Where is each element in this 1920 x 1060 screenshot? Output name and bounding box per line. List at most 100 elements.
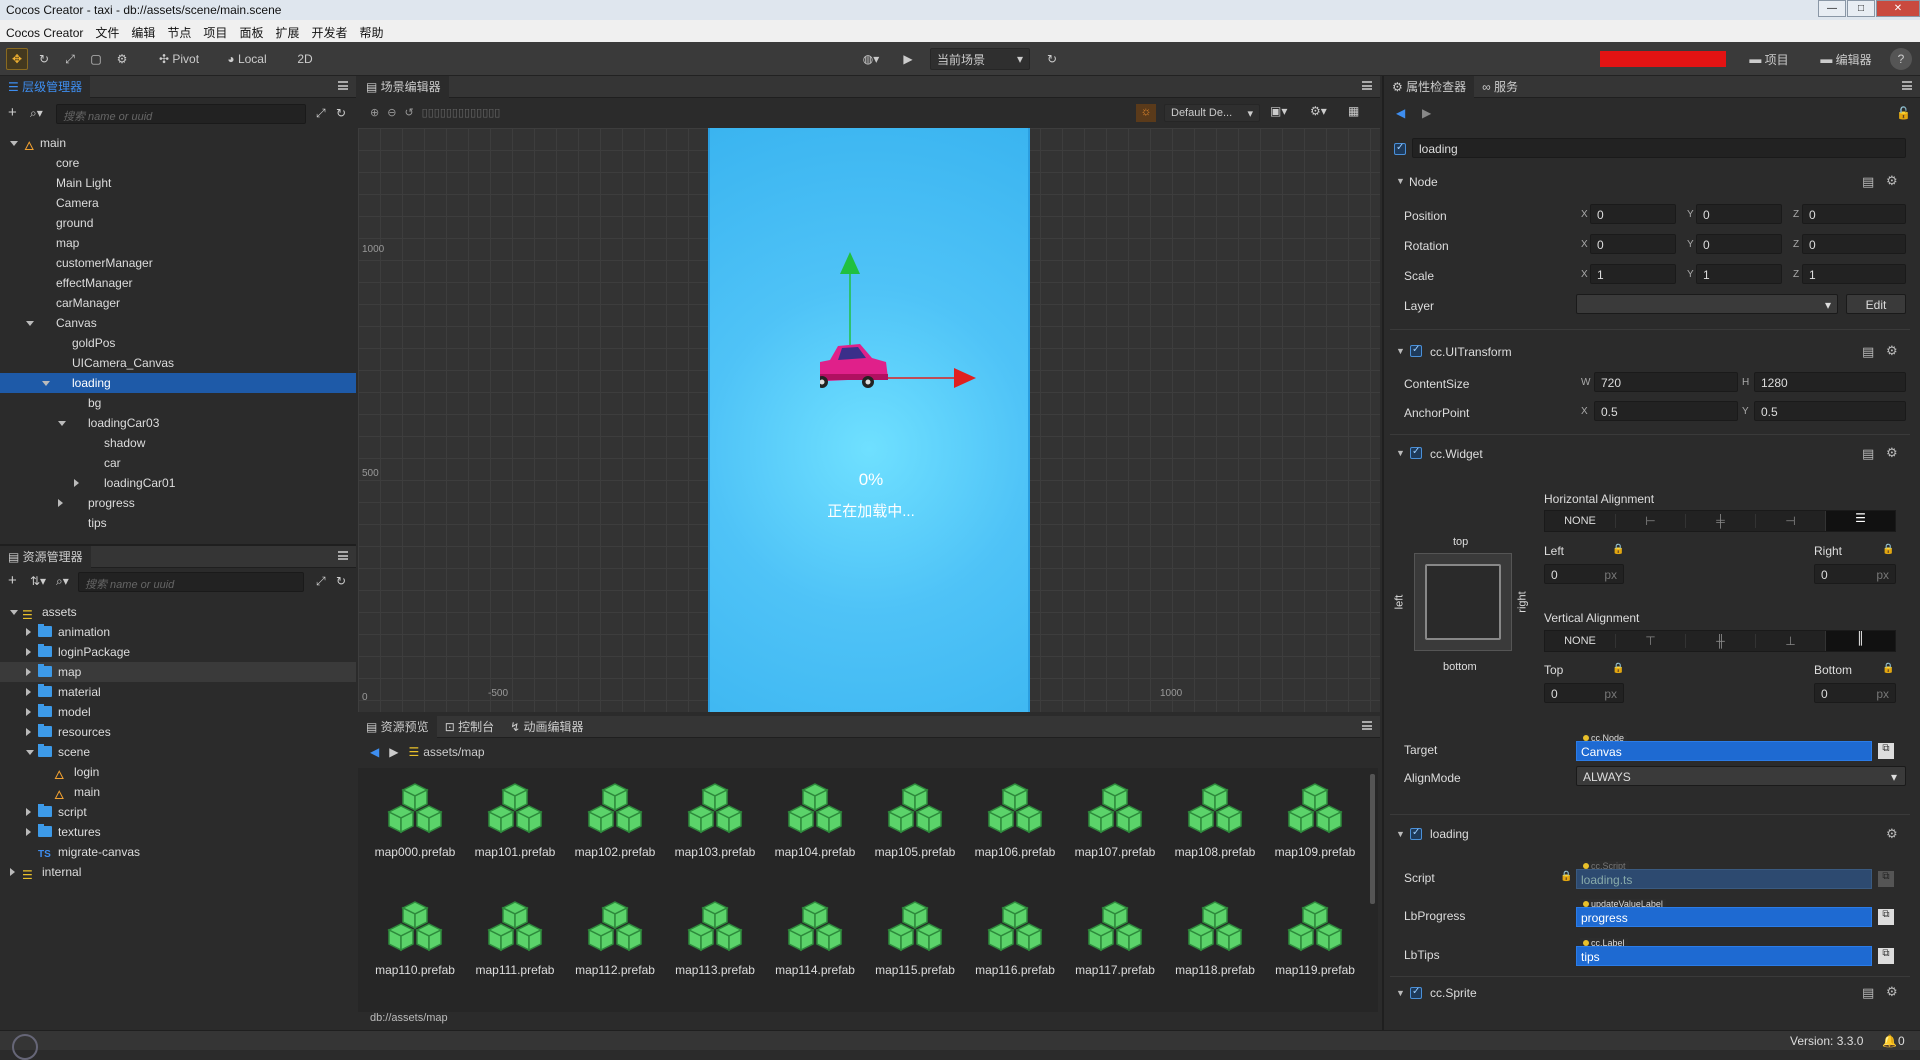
expand-icon[interactable]: ⤢ — [316, 574, 326, 589]
scale-tool-icon[interactable]: ⤢ — [60, 48, 80, 70]
scale-x[interactable]: 1 — [1590, 264, 1676, 284]
help-button[interactable]: ? — [1890, 48, 1912, 70]
lock-icon[interactable]: 🔒 — [1612, 663, 1624, 674]
chevron-right-icon[interactable] — [58, 499, 63, 507]
menu-node[interactable]: 节点 — [161, 20, 197, 41]
project-button[interactable]: ▬ 项目 — [1744, 48, 1794, 70]
search-icon[interactable]: ⌕▾ — [56, 574, 69, 589]
prefab-asset[interactable]: map110.prefab — [370, 900, 460, 978]
uitransform-checkbox[interactable] — [1410, 344, 1422, 357]
scrollbar[interactable] — [1370, 774, 1375, 904]
position-z[interactable]: 0 — [1802, 204, 1906, 224]
tab-services[interactable]: ∞ 服务 — [1474, 76, 1526, 98]
hierarchy-node[interactable]: loadingCar03 — [0, 413, 356, 433]
doc-icon[interactable]: ▤ — [1862, 174, 1874, 190]
rotate-tool-icon[interactable]: ↻ — [34, 48, 54, 70]
chevron-down-icon[interactable] — [26, 321, 34, 326]
tab-asset-preview[interactable]: ▤ 资源预览 — [358, 715, 437, 738]
chevron-down-icon[interactable] — [10, 141, 18, 146]
scene-select[interactable]: 当前场景 ▾ — [930, 48, 1030, 70]
align-icon[interactable]: ▯▯▯▯▯▯▯▯▯▯▯▯▯ — [422, 106, 501, 119]
hierarchy-node[interactable]: car — [0, 453, 356, 473]
tab-scene[interactable]: ▤ 场景编辑器 — [358, 75, 449, 98]
reset-icon[interactable]: ↺ — [404, 106, 413, 119]
hierarchy-node[interactable]: loadingCar01 — [0, 473, 356, 493]
asset-tree-item[interactable]: 🜂 main — [0, 782, 356, 802]
gear-icon[interactable]: ⚙ — [1886, 445, 1898, 461]
assets-search-input[interactable]: 搜索 name or uuid — [78, 572, 304, 592]
prefab-asset[interactable]: map115.prefab — [870, 900, 960, 978]
chevron-down-icon[interactable] — [26, 750, 34, 755]
transform-tool-icon[interactable]: ⚙ — [112, 48, 132, 70]
prefab-asset[interactable]: map000.prefab — [370, 782, 460, 860]
menu-help[interactable]: 帮助 — [353, 20, 389, 41]
prefab-asset[interactable]: map106.prefab — [970, 782, 1060, 860]
prefab-asset[interactable]: map119.prefab — [1270, 900, 1360, 978]
position-y[interactable]: 0 — [1696, 204, 1782, 224]
chevron-right-icon[interactable] — [26, 808, 31, 816]
target-field[interactable]: Canvas — [1576, 741, 1872, 761]
asset-tree-item[interactable]: TS migrate-canvas — [0, 842, 356, 862]
back-icon[interactable]: ◀ — [1396, 106, 1405, 120]
hierarchy-node[interactable]: Main Light — [0, 173, 356, 193]
chevron-down-icon[interactable] — [42, 381, 50, 386]
prefab-asset[interactable]: map111.prefab — [470, 900, 560, 978]
rotation-y[interactable]: 0 — [1696, 234, 1782, 254]
asset-tree-item[interactable]: map — [0, 662, 356, 682]
anchor-x[interactable]: 0.5 — [1594, 401, 1738, 421]
menu-extension[interactable]: 扩展 — [269, 20, 305, 41]
rect-tool-icon[interactable]: ▢ — [86, 48, 106, 70]
refresh-icon[interactable]: ↻ — [1042, 48, 1062, 70]
hierarchy-node[interactable]: effectManager — [0, 273, 356, 293]
left-input[interactable]: 0 px — [1544, 564, 1624, 584]
top-input[interactable]: 0 px — [1544, 683, 1624, 703]
asset-tree-item[interactable]: script — [0, 802, 356, 822]
asset-tree-item[interactable]: resources — [0, 722, 356, 742]
gizmo-icon[interactable]: ▦ — [1348, 104, 1359, 118]
hierarchy-search-input[interactable]: 搜索 name or uuid — [56, 104, 306, 124]
align-top-icon[interactable]: ⊤ — [1615, 634, 1685, 648]
bell-icon[interactable]: 🔔 — [1882, 1034, 1897, 1048]
prefab-asset[interactable]: map118.prefab — [1170, 900, 1260, 978]
prefab-asset[interactable]: map116.prefab — [970, 900, 1060, 978]
chevron-right-icon[interactable] — [26, 648, 31, 656]
menu-file[interactable]: 文件 — [89, 20, 125, 41]
back-icon[interactable]: ◀ — [370, 745, 379, 759]
align-vcenter-icon[interactable]: ╫ — [1685, 634, 1755, 648]
hierarchy-node[interactable]: goldPos — [0, 333, 356, 353]
chevron-down-icon[interactable]: ▼ — [1396, 176, 1405, 186]
forward-icon[interactable]: ▶ — [1422, 106, 1431, 120]
chevron-down-icon[interactable]: ▼ — [1396, 448, 1405, 458]
lock-icon[interactable]: 🔒 — [1612, 544, 1624, 555]
node-active-checkbox[interactable] — [1394, 142, 1406, 155]
widget-checkbox[interactable] — [1410, 446, 1422, 459]
prefab-asset[interactable]: map113.prefab — [670, 900, 760, 978]
path-segment[interactable]: assets — [423, 745, 458, 759]
close-button[interactable]: ✕ — [1876, 0, 1920, 17]
layout-icon[interactable]: ▣▾ — [1270, 104, 1287, 118]
prefab-asset[interactable]: map114.prefab — [770, 900, 860, 978]
hierarchy-node[interactable]: UICamera_Canvas — [0, 353, 356, 373]
add-node-icon[interactable]: + — [8, 104, 17, 121]
refresh-icon[interactable]: ↻ — [336, 106, 346, 120]
pick-target-icon[interactable]: ⧉ — [1878, 743, 1894, 759]
gear-icon[interactable]: ⚙ — [1886, 826, 1898, 842]
hierarchy-node[interactable]: Camera — [0, 193, 356, 213]
asset-tree-item[interactable]: 🜂 login — [0, 762, 356, 782]
sprite-checkbox[interactable] — [1410, 986, 1422, 999]
lbprogress-field[interactable]: progress — [1576, 907, 1872, 927]
asset-tree-item[interactable]: animation — [0, 622, 356, 642]
align-bottom-icon[interactable]: ⊥ — [1755, 634, 1825, 648]
pick-node-icon[interactable]: ⧉ — [1878, 948, 1894, 964]
chevron-down-icon[interactable] — [58, 421, 66, 426]
chevron-right-icon[interactable] — [74, 479, 79, 487]
hierarchy-node[interactable]: tips — [0, 513, 356, 533]
play-icon[interactable]: ▶ — [898, 48, 918, 70]
lock-icon[interactable]: 🔒 — [1882, 663, 1894, 674]
prefab-asset[interactable]: map103.prefab — [670, 782, 760, 860]
forward-icon[interactable]: ▶ — [389, 745, 398, 759]
scale-y[interactable]: 1 — [1696, 264, 1782, 284]
preview-platform-icon[interactable]: ◍▾ — [854, 48, 888, 70]
lock-icon[interactable]: 🔓 — [1896, 106, 1911, 120]
hierarchy-node[interactable]: core — [0, 153, 356, 173]
